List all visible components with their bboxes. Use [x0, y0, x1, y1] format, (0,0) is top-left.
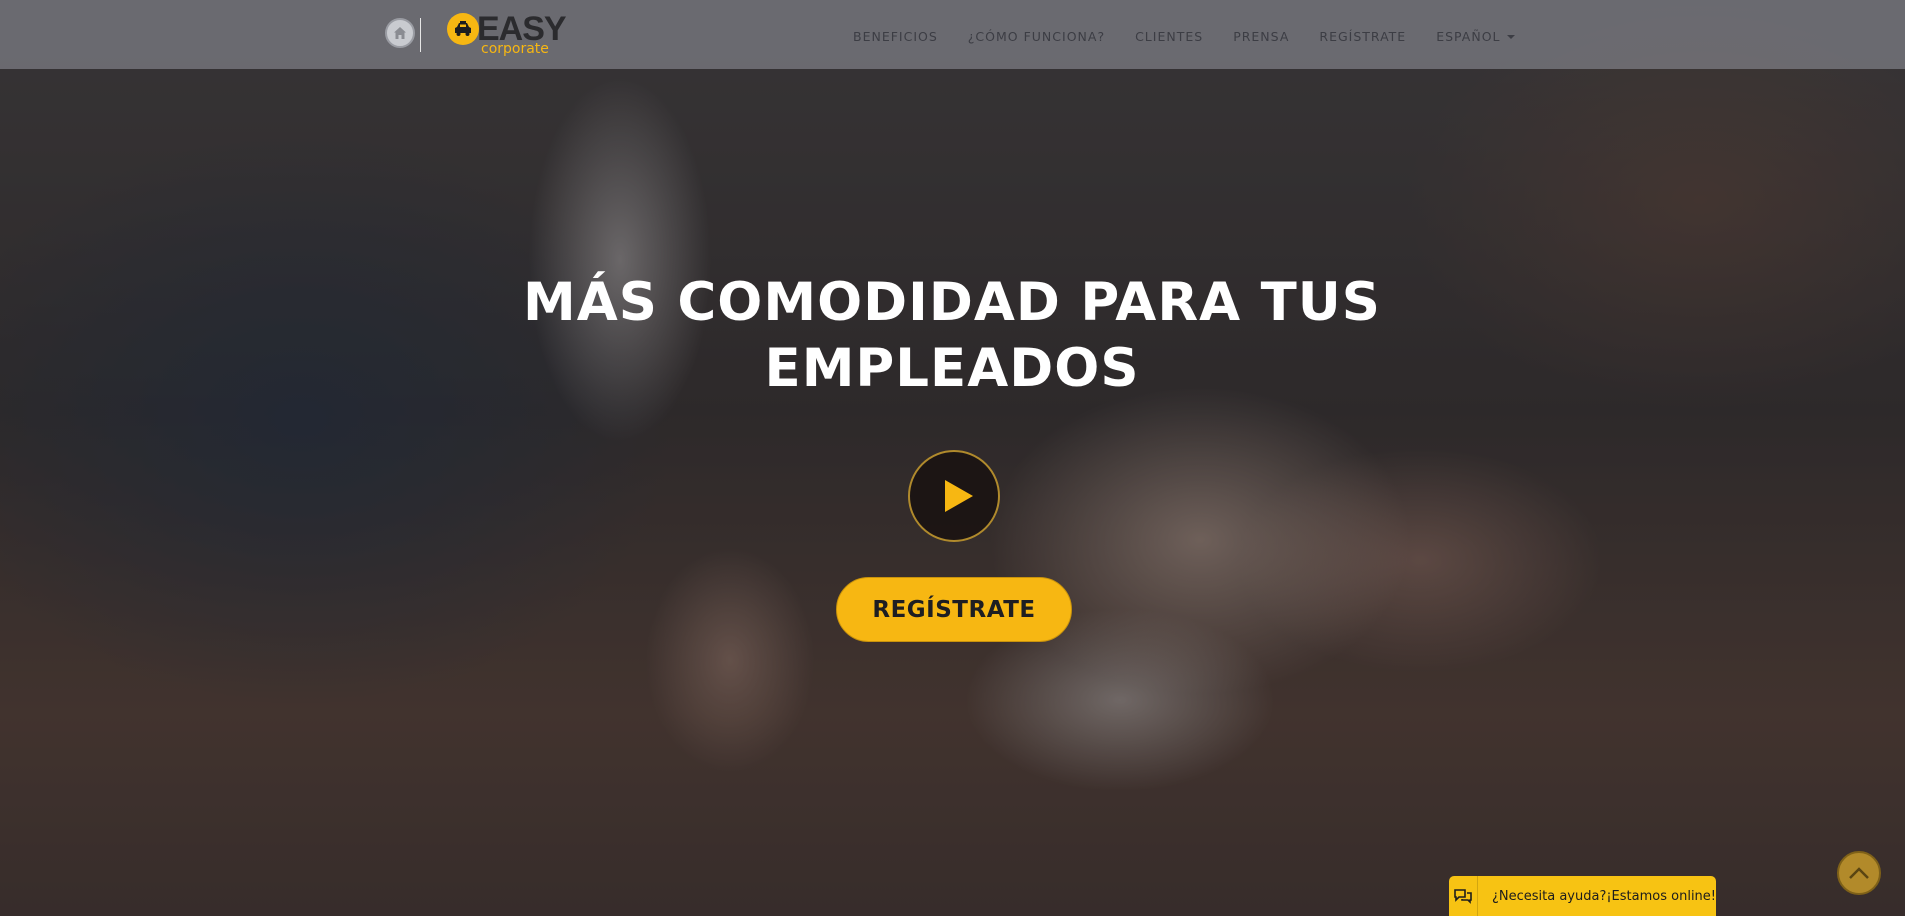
nav-item-prensa[interactable]: PRENSA [1233, 29, 1289, 44]
main-nav: BENEFICIOS ¿CÓMO FUNCIONA? CLIENTES PREN… [853, 26, 1515, 46]
chat-widget[interactable]: ¿Necesita ayuda?¡Estamos online! [1449, 876, 1716, 916]
language-label: ESPAÑOL [1436, 28, 1501, 44]
hero-title-line2: EMPLEADOS [764, 338, 1140, 399]
scroll-to-top-button[interactable] [1837, 851, 1881, 895]
hero-title-line1: MÁS COMODIDAD PARA TUS [523, 272, 1381, 333]
nav-item-como-funciona[interactable]: ¿CÓMO FUNCIONA? [968, 29, 1105, 44]
top-navbar: EASY corporate BENEFICIOS ¿CÓMO FUNCIONA… [0, 0, 1905, 69]
play-icon [945, 480, 973, 512]
chat-label: ¿Necesita ayuda?¡Estamos online! [1491, 888, 1716, 904]
chevron-up-icon [1849, 867, 1869, 879]
nav-item-beneficios[interactable]: BENEFICIOS [853, 29, 938, 44]
language-dropdown[interactable]: ESPAÑOL [1436, 28, 1515, 44]
nav-item-registrate[interactable]: REGÍSTRATE [1319, 29, 1406, 44]
taxi-icon [447, 13, 479, 45]
nav-item-clientes[interactable]: CLIENTES [1135, 29, 1203, 44]
hero-title: MÁS COMODIDAD PARA TUS EMPLEADOS [452, 270, 1452, 402]
home-icon [394, 27, 406, 39]
chat-bubbles-icon [1449, 876, 1478, 916]
brand-logo[interactable]: EASY corporate [447, 10, 577, 59]
register-button[interactable]: REGÍSTRATE [836, 577, 1072, 642]
home-button[interactable] [385, 18, 415, 48]
brand-subtitle: corporate [481, 41, 549, 57]
caret-down-icon [1506, 35, 1515, 39]
nav-divider [420, 18, 421, 52]
play-video-button[interactable] [908, 450, 1000, 542]
